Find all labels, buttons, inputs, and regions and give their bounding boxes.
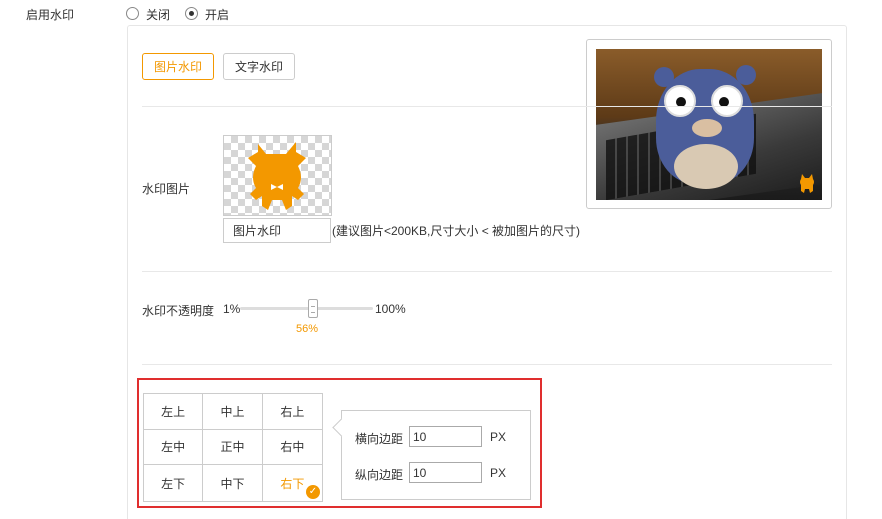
radio-on-label[interactable]: 开启 <box>205 6 229 23</box>
opacity-value: 56% <box>296 323 319 335</box>
watermark-image-label: 水印图片 <box>142 182 191 196</box>
position-bottom-right-label: 右下 <box>280 476 305 491</box>
tab-image-watermark[interactable]: 图片水印 <box>142 53 214 80</box>
position-middle-left[interactable]: 左中 <box>144 429 204 466</box>
opacity-min-label: 1% <box>223 302 241 316</box>
divider <box>142 271 832 272</box>
horizontal-margin-unit: PX <box>490 430 507 444</box>
upload-watermark-button[interactable]: 图片水印 <box>223 218 331 243</box>
position-top-right[interactable]: 右上 <box>262 394 322 430</box>
vertical-margin-unit: PX <box>490 466 507 480</box>
opacity-max-label: 100% <box>375 302 406 316</box>
image-size-hint: (建议图片<200KB,尺寸大小 < 被加图片的尺寸) <box>332 224 581 238</box>
position-middle-right[interactable]: 右中 <box>262 430 322 466</box>
watermark-image-preview <box>223 135 332 216</box>
opacity-slider-track[interactable] <box>240 307 373 310</box>
check-icon: ✓ <box>305 485 320 499</box>
position-bottom-center[interactable]: 中下 <box>203 465 263 501</box>
divider <box>142 106 832 107</box>
watermark-preview <box>586 39 832 209</box>
watermark-mini-icon <box>800 174 814 193</box>
radio-off-label[interactable]: 关闭 <box>146 6 170 23</box>
radio-on[interactable] <box>185 7 198 20</box>
cow-watermark-icon <box>248 142 306 210</box>
opacity-slider-handle[interactable] <box>308 299 318 318</box>
tab-text-watermark[interactable]: 文字水印 <box>223 53 295 80</box>
opacity-label: 水印不透明度 <box>142 304 215 318</box>
divider <box>142 364 832 365</box>
position-top-center[interactable]: 中上 <box>203 394 263 430</box>
radio-off[interactable] <box>126 7 139 20</box>
position-bottom-right[interactable]: 右下 ✓ <box>263 465 322 501</box>
vertical-margin-input[interactable] <box>409 462 482 483</box>
position-top-left[interactable]: 左上 <box>144 394 204 430</box>
margin-settings: 横向边距 PX 纵向边距 PX <box>341 410 531 500</box>
enable-watermark-label: 启用水印 <box>26 8 75 22</box>
position-bottom-left[interactable]: 左下 <box>144 465 204 501</box>
position-center[interactable]: 正中 <box>203 429 263 466</box>
preview-image <box>596 49 822 200</box>
vertical-margin-label: 纵向边距 <box>355 468 404 482</box>
position-grid: 左上 中上 右上 左中 正中 右中 左下 中下 右下 ✓ <box>143 393 323 502</box>
horizontal-margin-input[interactable] <box>409 426 482 447</box>
horizontal-margin-label: 横向边距 <box>355 432 404 446</box>
